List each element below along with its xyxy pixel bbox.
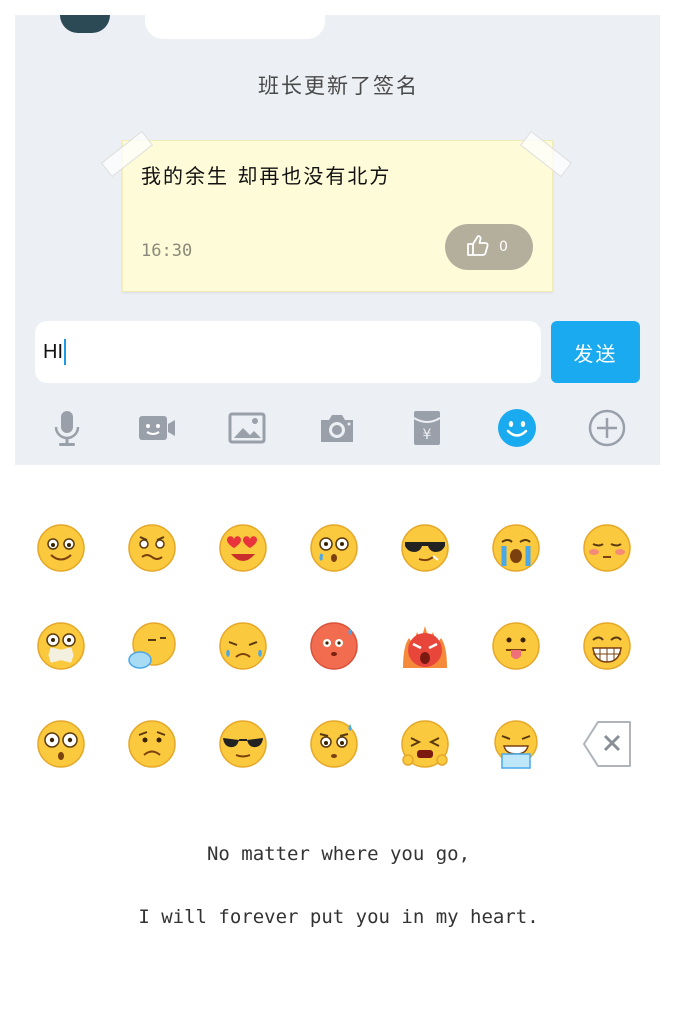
message-bubble[interactable] — [145, 15, 325, 39]
image-icon[interactable] — [225, 406, 269, 450]
tearful-emoji[interactable] — [217, 620, 269, 672]
blushing-emoji[interactable] — [308, 620, 360, 672]
message-input[interactable]: HI — [35, 321, 541, 383]
like-count: 0 — [499, 239, 508, 255]
send-button[interactable]: 发送 — [551, 321, 640, 383]
video-icon[interactable] — [135, 406, 179, 450]
awkward-emoji[interactable] — [126, 522, 178, 574]
emoji-icon[interactable] — [495, 406, 539, 450]
frustrated-emoji[interactable] — [399, 718, 451, 770]
sunglasses-emoji[interactable] — [217, 718, 269, 770]
delete-key-icon[interactable] — [581, 718, 633, 770]
sleepy-emoji[interactable] — [126, 620, 178, 672]
footer-quote-line1: No matter where you go, — [206, 843, 471, 865]
sob-emoji[interactable] — [490, 718, 542, 770]
input-toolbar: ¥ — [15, 400, 660, 458]
microphone-icon[interactable] — [45, 406, 89, 450]
grin-emoji[interactable] — [581, 620, 633, 672]
signature-note[interactable]: 我的余生 却再也没有北方 16:30 0 — [100, 130, 573, 292]
signature-time: 16:30 — [141, 241, 193, 261]
svg-text:¥: ¥ — [423, 427, 432, 443]
sad-emoji[interactable] — [126, 718, 178, 770]
camera-icon[interactable] — [315, 406, 359, 450]
tongue-emoji[interactable] — [490, 620, 542, 672]
system-notice: 班长更新了签名 — [258, 74, 419, 98]
cool-emoji[interactable] — [399, 522, 451, 574]
crying-emoji[interactable] — [490, 522, 542, 574]
heart-eyes-emoji[interactable] — [217, 522, 269, 574]
avatar[interactable] — [60, 15, 110, 33]
surprised-emoji[interactable] — [35, 718, 87, 770]
text-caret — [64, 339, 66, 365]
nervous-emoji[interactable] — [308, 718, 360, 770]
like-button[interactable]: 0 — [445, 224, 533, 270]
input-value: HI — [43, 340, 63, 363]
smile-emoji[interactable] — [35, 522, 87, 574]
red-packet-icon[interactable]: ¥ — [405, 406, 449, 450]
angry-emoji[interactable] — [399, 620, 451, 672]
shy-emoji[interactable] — [581, 522, 633, 574]
shocked-emoji[interactable] — [308, 522, 360, 574]
thumbs-up-icon — [465, 232, 491, 262]
plus-icon[interactable] — [585, 406, 629, 450]
footer-quote-line2: I will forever put you in my heart. — [138, 906, 539, 928]
signature-text: 我的余生 却再也没有北方 — [141, 164, 392, 188]
silenced-emoji[interactable] — [35, 620, 87, 672]
